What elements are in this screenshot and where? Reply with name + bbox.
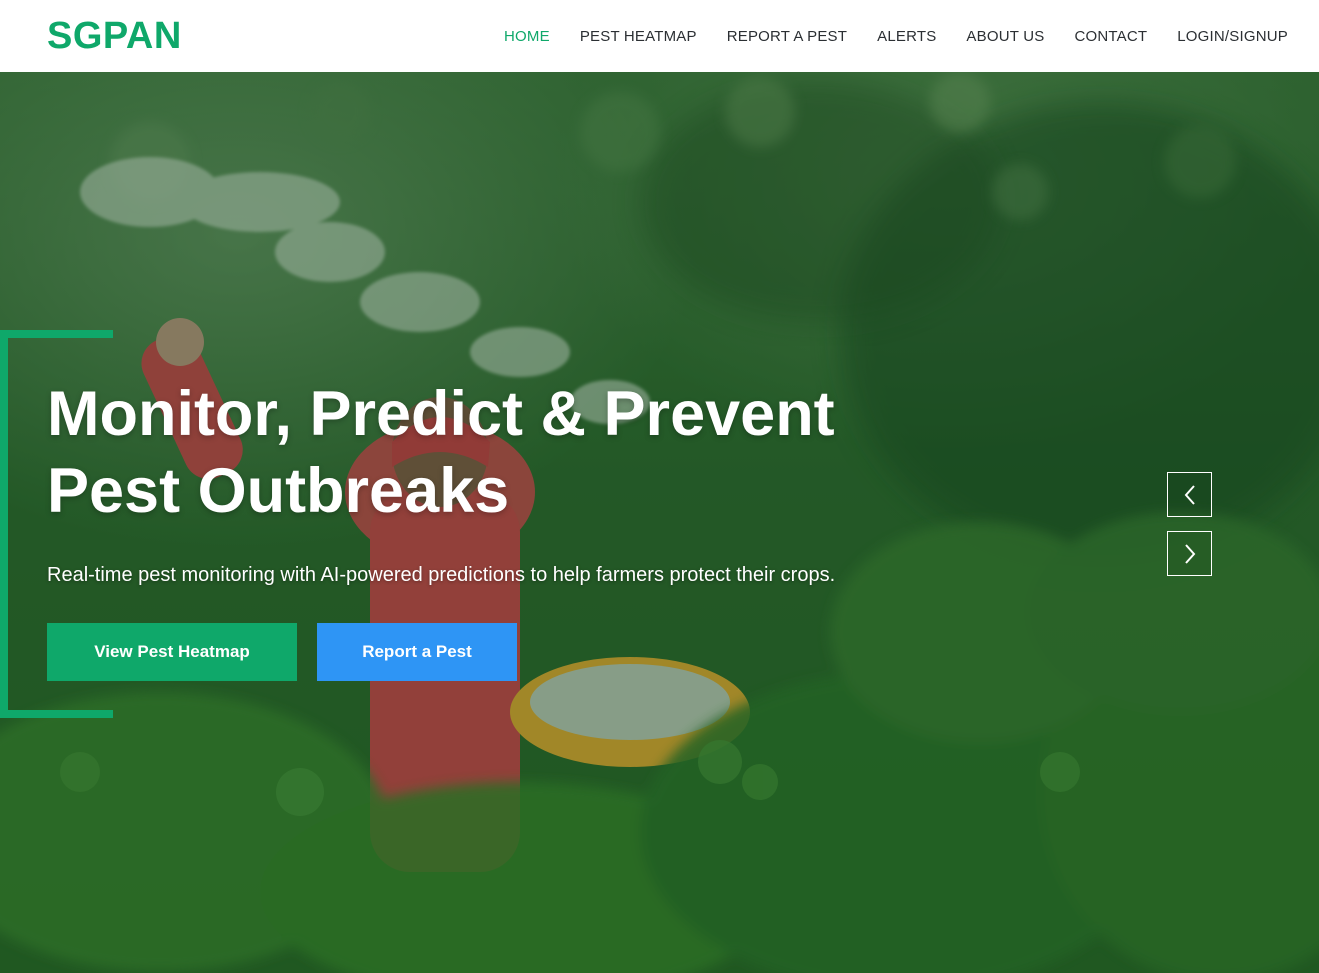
nav-item-login-signup[interactable]: LOGIN/SIGNUP: [1177, 28, 1288, 45]
carousel-next-button[interactable]: [1167, 531, 1212, 576]
hero-title-line-1: Monitor, Predict & Prevent: [47, 379, 835, 449]
nav-item-about-us[interactable]: ABOUT US: [966, 28, 1044, 45]
hero-buttons: View Pest Heatmap Report a Pest: [47, 623, 947, 681]
chevron-right-icon: [1184, 543, 1195, 564]
nav-item-pest-heatmap[interactable]: PEST HEATMAP: [580, 28, 697, 45]
hero-title: Monitor, Predict & Prevent Pest Outbreak…: [47, 376, 947, 530]
view-pest-heatmap-button[interactable]: View Pest Heatmap: [47, 623, 297, 681]
main-nav: HOME PEST HEATMAP REPORT A PEST ALERTS A…: [474, 28, 1288, 45]
nav-item-contact[interactable]: CONTACT: [1074, 28, 1147, 45]
hero-content: Monitor, Predict & Prevent Pest Outbreak…: [47, 376, 947, 681]
nav-item-report-a-pest[interactable]: REPORT A PEST: [727, 28, 847, 45]
chevron-left-icon: [1184, 484, 1195, 505]
hero-title-line-2: Pest Outbreaks: [47, 456, 510, 526]
nav-item-alerts[interactable]: ALERTS: [877, 28, 936, 45]
hero-section: Monitor, Predict & Prevent Pest Outbreak…: [0, 72, 1319, 973]
brand-logo[interactable]: SGPAN: [47, 15, 182, 58]
nav-item-home[interactable]: HOME: [504, 28, 550, 45]
hero-subtitle: Real-time pest monitoring with AI-powere…: [47, 564, 836, 586]
carousel-prev-button[interactable]: [1167, 472, 1212, 517]
report-a-pest-button[interactable]: Report a Pest: [317, 623, 517, 681]
navbar: SGPAN HOME PEST HEATMAP REPORT A PEST AL…: [0, 0, 1319, 72]
